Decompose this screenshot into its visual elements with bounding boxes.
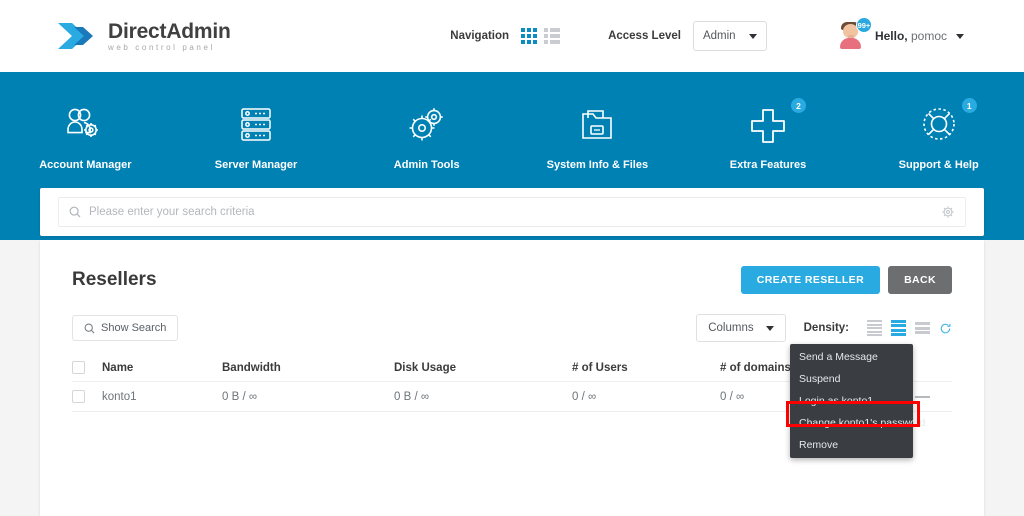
top-bar-right: Navigation Access Level Admin 99+ Hello,… [450,17,964,51]
row-context-menu: Send a Message Suspend Login as konto1 C… [790,344,925,458]
density-option-comfortable[interactable] [891,319,906,337]
chevron-double-right-icon [56,19,98,53]
plus-icon: 2 [744,98,807,148]
show-search-label: Show Search [101,322,167,334]
folder-files-icon [573,100,621,148]
row-checkbox[interactable] [72,390,85,403]
refresh-icon[interactable] [939,322,952,335]
column-header-disk-usage[interactable]: Disk Usage [394,362,572,374]
nav-item-system-info-files[interactable]: System Info & Files [512,100,683,171]
lifebuoy-icon: 1 [915,98,977,148]
avatar: 99+ [837,17,872,50]
grid-view-icon[interactable] [521,28,538,44]
column-header-name[interactable]: Name [102,362,222,374]
context-menu-item-suspend[interactable]: Suspend [790,368,913,390]
density-option-spacious[interactable] [915,322,930,334]
cell-name: konto1 [102,390,137,403]
user-menu[interactable]: 99+ Hello, pomoc [837,17,964,50]
nav-label: Extra Features [729,159,807,171]
navigation-view-toggles [521,28,561,44]
table-toolbar-right: Columns Density: [696,314,952,342]
brand-logo[interactable]: DirectAdmin web control panel [56,19,231,53]
brand-title-second: Admin [166,19,231,43]
chevron-down-icon [956,33,964,39]
nav-item-extra-features[interactable]: 2 Extra Features [683,98,854,171]
cell-disk-usage: 0 B / ∞ [394,390,430,403]
directadmin-page: DirectAdmin web control panel Navigation… [0,0,1024,516]
context-menu-item-change-password[interactable]: Change konto1's password [790,412,925,434]
row-select-cell [72,390,102,403]
nav-item-support-help[interactable]: 1 Support & Help [853,98,1024,171]
select-all-cell [72,361,102,374]
nav-label: Server Manager [214,159,298,171]
search-icon [69,206,81,218]
navigation-label: Navigation [450,30,510,42]
context-menu-pointer [894,390,903,399]
main-navigation-items: Account Manager Server Manager Admin Too… [0,72,1024,171]
access-level-value: Admin [702,30,736,42]
search-icon [84,323,95,333]
nav-label: Admin Tools [393,159,460,171]
density-label: Density: [803,322,849,334]
create-reseller-button[interactable]: CREATE RESELLER [740,266,881,294]
list-view-icon[interactable] [544,28,561,44]
back-button[interactable]: BACK [888,266,952,294]
chevron-down-icon [748,33,757,39]
nav-item-account-manager[interactable]: Account Manager [0,100,171,171]
user-greeting: Hello, pomoc [875,29,947,43]
nav-label: System Info & Files [546,159,649,171]
density-options [867,319,952,337]
nav-item-admin-tools[interactable]: Admin Tools [341,100,512,171]
page-actions: CREATE RESELLER BACK [740,266,952,294]
nav-badge: 2 [791,98,807,113]
access-level-control: Access Level Admin [608,21,767,51]
column-header-users[interactable]: # of Users [572,362,720,374]
greeting-prefix: Hello, [874,29,908,43]
context-menu-item-send-a-message[interactable]: Send a Message [790,346,913,368]
nav-label: Support & Help [898,159,979,171]
table-toolbar: Show Search Columns Density: [40,294,984,342]
chevron-down-icon [765,325,774,331]
global-search-card [40,188,984,236]
access-level-select[interactable]: Admin [692,21,767,51]
column-header-bandwidth[interactable]: Bandwidth [222,362,394,374]
access-level-label: Access Level [608,30,681,42]
nav-item-server-manager[interactable]: Server Manager [171,100,342,171]
top-bar: DirectAdmin web control panel Navigation… [0,0,1024,72]
density-option-compact[interactable] [867,320,882,336]
cell-users: 0 / ∞ [572,390,597,403]
show-search-button[interactable]: Show Search [72,315,179,341]
gear-icon[interactable] [941,205,955,219]
page-header: Resellers CREATE RESELLER BACK [40,240,984,294]
nav-label: Account Manager [39,159,132,171]
columns-dropdown[interactable]: Columns [696,314,786,342]
users-gear-icon [61,100,109,148]
brand-title-first: Direct [108,19,167,43]
columns-label: Columns [708,322,754,334]
page-title: Resellers [72,269,157,290]
nav-badge: 1 [961,98,977,113]
gears-icon [403,100,451,148]
select-all-checkbox[interactable] [72,361,85,374]
notification-badge: 99+ [855,17,872,33]
global-search-field[interactable] [58,197,966,227]
context-menu-item-remove[interactable]: Remove [790,434,913,456]
greeting-username: pomoc [910,29,947,43]
cell-bandwidth: 0 B / ∞ [222,390,258,403]
minus-icon[interactable]: — [915,388,930,405]
search-input[interactable] [89,206,941,218]
brand-tagline: web control panel [108,42,215,52]
server-rack-icon [233,100,279,148]
